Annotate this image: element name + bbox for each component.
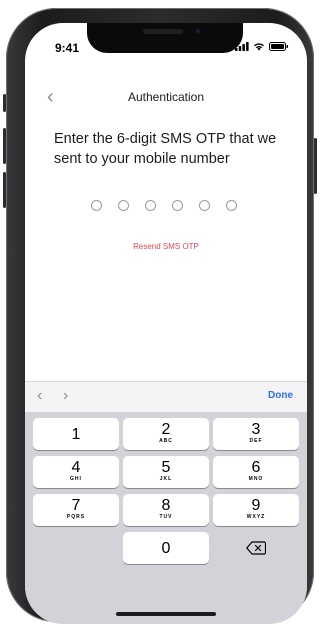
delete-key[interactable]	[213, 532, 299, 564]
front-camera-icon	[194, 27, 202, 35]
status-icons	[235, 42, 289, 51]
phone-frame: 9:41 ‹ Authentication Enter the 6-digit …	[3, 8, 317, 624]
key-digit: 6	[251, 459, 261, 476]
otp-digit-slot[interactable]	[91, 200, 102, 211]
key-digit: 7	[71, 497, 81, 514]
volume-up-button	[3, 128, 6, 164]
otp-digit-slot[interactable]	[118, 200, 129, 211]
key-letters: WXYZ	[246, 514, 266, 520]
key-9[interactable]: 9 WXYZ	[213, 494, 299, 526]
key-7[interactable]: 7 PQRS	[33, 494, 119, 526]
key-1[interactable]: 1	[33, 418, 119, 450]
signal-icon	[235, 42, 249, 51]
otp-digit-slot[interactable]	[145, 200, 156, 211]
key-digit: 5	[161, 459, 171, 476]
battery-icon	[269, 42, 288, 51]
speaker-grille	[143, 29, 183, 34]
volume-down-button	[3, 172, 6, 208]
otp-digit-slot[interactable]	[199, 200, 210, 211]
key-letters: GHI	[70, 476, 82, 482]
key-digit: 3	[251, 421, 261, 438]
page-title: Authentication	[127, 90, 205, 104]
key-5[interactable]: 5 JKL	[123, 456, 209, 488]
otp-digit-slot[interactable]	[226, 200, 237, 211]
key-digit: 0	[161, 540, 171, 557]
key-4[interactable]: 4 GHI	[33, 456, 119, 488]
key-letters: PQRS	[66, 514, 86, 520]
key-3[interactable]: 3 DEF	[213, 418, 299, 450]
key-letters: ABC	[159, 438, 173, 444]
key-digit: 4	[71, 459, 81, 476]
backspace-icon	[246, 541, 266, 555]
key-digit: 9	[251, 497, 261, 514]
key-letters: TUV	[159, 514, 173, 520]
wifi-icon	[254, 43, 264, 51]
status-time: 9:41	[55, 41, 80, 55]
key-letters: JKL	[159, 476, 173, 482]
key-digit: 8	[161, 497, 171, 514]
done-button[interactable]: Done	[268, 390, 293, 401]
key-0[interactable]: 0	[123, 532, 209, 564]
key-digit: 1	[71, 426, 81, 443]
notch	[87, 23, 243, 53]
next-field-button[interactable]: ›	[63, 387, 68, 405]
resend-otp-link[interactable]: Resend SMS OTP	[25, 242, 307, 251]
key-8[interactable]: 8 TUV	[123, 494, 209, 526]
home-indicator	[116, 612, 216, 616]
side-button	[314, 138, 317, 194]
key-2[interactable]: 2 ABC	[123, 418, 209, 450]
key-letters: MNO	[248, 476, 264, 482]
previous-field-button[interactable]: ‹	[37, 387, 42, 405]
screen: 9:41 ‹ Authentication Enter the 6-digit …	[25, 23, 307, 624]
mute-switch	[3, 94, 6, 112]
numeric-keypad: 1 2 ABC 3 DEF 4 GHI 5 JKL 6 MNO 7 PQRS 8…	[25, 412, 307, 624]
key-6[interactable]: 6 MNO	[213, 456, 299, 488]
otp-input[interactable]	[91, 200, 237, 211]
otp-instructions: Enter the 6-digit SMS OTP that we sent t…	[54, 131, 277, 167]
keyboard-toolbar: ‹ › Done	[25, 381, 307, 412]
key-letters: DEF	[249, 438, 263, 444]
key-digit: 2	[161, 421, 171, 438]
otp-digit-slot[interactable]	[172, 200, 183, 211]
